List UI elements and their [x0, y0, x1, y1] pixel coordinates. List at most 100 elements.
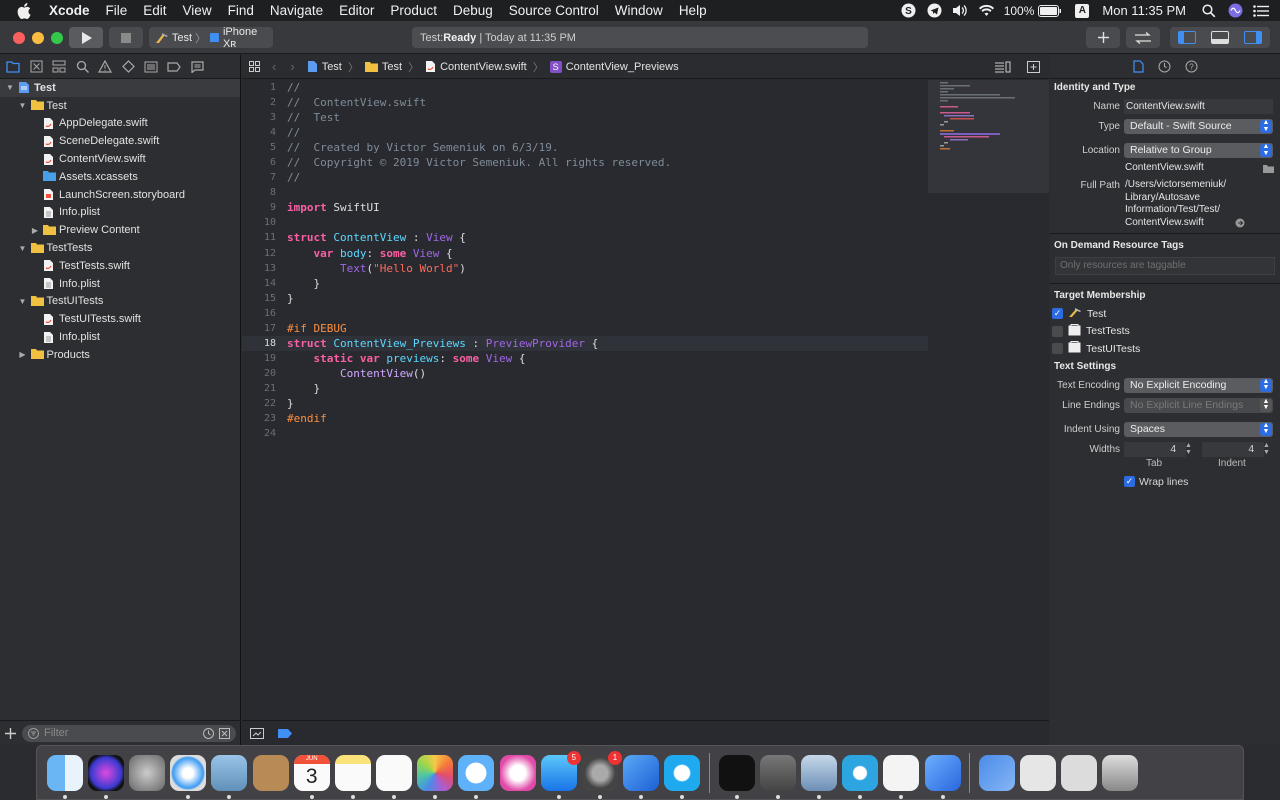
- activity-monitor-icon[interactable]: [718, 754, 755, 799]
- menu-view[interactable]: View: [183, 3, 212, 18]
- debug-area-toggle-icon[interactable]: [1210, 31, 1229, 44]
- line-endings-popup[interactable]: No Explicit Line Endings ▲ ▼: [1124, 397, 1273, 413]
- tab-width-field[interactable]: 4: [1124, 441, 1186, 457]
- wifi-icon[interactable]: [978, 3, 996, 18]
- find-navigator-icon[interactable]: [75, 60, 89, 74]
- disclosure-closed-icon[interactable]: ▶: [19, 350, 27, 359]
- stop-button[interactable]: [109, 27, 143, 48]
- editor-options-icon[interactable]: [994, 61, 1011, 76]
- source-control-navigator-icon[interactable]: [29, 60, 43, 74]
- add-editor-icon[interactable]: [1027, 61, 1040, 76]
- related-items-icon[interactable]: [249, 61, 260, 72]
- file-tree-row[interactable]: Info.plist: [0, 328, 240, 346]
- debug-navigator-icon[interactable]: [144, 60, 158, 74]
- file-tree-row[interactable]: TestTests.swift: [0, 257, 240, 275]
- library-button[interactable]: [1086, 27, 1120, 48]
- textedit-icon[interactable]: [883, 754, 920, 799]
- notes-icon[interactable]: [334, 754, 371, 799]
- preview-icon[interactable]: [211, 754, 248, 799]
- siri-icon[interactable]: [1226, 3, 1244, 18]
- file-tree-row[interactable]: ▼ TestUITests: [0, 293, 240, 311]
- battery-icon[interactable]: [1038, 3, 1062, 18]
- inspector-toggle-icon[interactable]: [1244, 31, 1263, 44]
- breadcrumb-group[interactable]: Test: [364, 61, 402, 73]
- telegram-status-icon[interactable]: [926, 3, 944, 18]
- trash-icon[interactable]: [1102, 754, 1139, 791]
- quick-help-icon[interactable]: ?: [1185, 60, 1198, 73]
- project-navigator-icon[interactable]: [6, 60, 20, 74]
- disclosure-open-icon[interactable]: ▼: [19, 101, 27, 110]
- disclosure-closed-icon[interactable]: ▶: [31, 226, 39, 235]
- debug-area-icon[interactable]: [250, 727, 264, 739]
- checkbox-unchecked-icon[interactable]: [1052, 325, 1063, 337]
- filter-input[interactable]: Filter: [22, 724, 236, 742]
- menu-edit[interactable]: Edit: [143, 3, 166, 18]
- menu-source-control[interactable]: Source Control: [509, 3, 599, 18]
- desktop-folder-icon[interactable]: [1061, 754, 1098, 791]
- file-tree-row[interactable]: TestUITests.swift: [0, 310, 240, 328]
- menu-product[interactable]: Product: [390, 3, 437, 18]
- contacts-icon[interactable]: [252, 754, 289, 791]
- file-inspector-icon[interactable]: [1132, 60, 1144, 73]
- add-file-icon[interactable]: [5, 727, 16, 739]
- target-row[interactable]: TestUITests: [1050, 340, 1280, 358]
- history-inspector-icon[interactable]: [1158, 60, 1171, 73]
- report-navigator-icon[interactable]: [190, 60, 204, 74]
- launchpad-icon[interactable]: [128, 754, 165, 791]
- breakpoints-toggle-icon[interactable]: [278, 728, 292, 738]
- scheme-selector[interactable]: Test 〉 iPhone Xʀ: [149, 26, 273, 50]
- xcode-beta-icon[interactable]: [924, 754, 961, 799]
- file-tree-row[interactable]: ▶ Products: [0, 346, 240, 364]
- menu-navigate[interactable]: Navigate: [270, 3, 323, 18]
- system-preferences-icon[interactable]: 1: [582, 750, 623, 799]
- menu-debug[interactable]: Debug: [453, 3, 493, 18]
- issue-navigator-icon[interactable]: [98, 60, 112, 74]
- documents-folder-icon[interactable]: [1019, 754, 1056, 791]
- xcode-icon[interactable]: [623, 754, 660, 799]
- downloads-folder-icon[interactable]: [978, 754, 1015, 791]
- file-tree-row[interactable]: Info.plist: [0, 275, 240, 293]
- reminders-icon[interactable]: [376, 754, 413, 799]
- user-menu-icon[interactable]: A: [1075, 3, 1090, 18]
- skype-icon[interactable]: [664, 754, 701, 799]
- calendar-icon[interactable]: JUN 3: [293, 754, 330, 799]
- file-tree-row[interactable]: ▼ TestTests: [0, 239, 240, 257]
- choose-folder-icon[interactable]: [1263, 164, 1274, 173]
- code-area[interactable]: 1 // 2 // ContentView.swift 3 // Test 4 // 5 // C…: [242, 80, 928, 720]
- apple-menu-icon[interactable]: [17, 2, 31, 19]
- test-navigator-icon[interactable]: [121, 60, 135, 74]
- file-tree-row[interactable]: ▼ Test: [0, 97, 240, 115]
- back-arrow-icon[interactable]: ‹: [272, 59, 276, 74]
- target-row[interactable]: ✓ Test: [1050, 305, 1280, 323]
- file-tree-row[interactable]: LaunchScreen.storyboard: [0, 186, 240, 204]
- file-tree-row[interactable]: SceneDelegate.swift: [0, 132, 240, 150]
- menu-help[interactable]: Help: [679, 3, 707, 18]
- menu-file[interactable]: File: [106, 3, 128, 18]
- run-button[interactable]: [69, 27, 103, 48]
- checkbox-unchecked-icon[interactable]: [1052, 343, 1063, 355]
- keychain-access-icon[interactable]: [759, 754, 796, 799]
- menu-window[interactable]: Window: [615, 3, 663, 18]
- itunes-icon[interactable]: [499, 754, 536, 791]
- wrap-lines-checkbox[interactable]: ✓ Wrap lines: [1124, 476, 1188, 488]
- code-review-button[interactable]: [1126, 27, 1160, 48]
- disclosure-open-icon[interactable]: ▼: [19, 244, 27, 253]
- tab-width-stepper[interactable]: ▲ ▼: [1185, 442, 1192, 456]
- recent-files-icon[interactable]: [203, 727, 214, 739]
- notification-center-icon[interactable]: [1252, 3, 1270, 18]
- image-capture-icon[interactable]: [800, 754, 837, 799]
- minimap[interactable]: [928, 80, 1049, 193]
- navigator-toggle-icon[interactable]: [1177, 31, 1196, 44]
- type-popup[interactable]: Default - Swift Source ▲ ▼: [1124, 119, 1273, 134]
- indent-width-field[interactable]: 4: [1202, 441, 1264, 457]
- telegram-icon[interactable]: [842, 754, 879, 799]
- siri-icon[interactable]: [87, 754, 124, 799]
- volume-icon[interactable]: [952, 3, 970, 18]
- reveal-in-finder-icon[interactable]: [1235, 218, 1245, 228]
- odr-tags-field[interactable]: Only resources are taggable: [1055, 257, 1275, 275]
- file-tree-row[interactable]: Info.plist: [0, 204, 240, 222]
- file-tree-row[interactable]: ContentView.swift: [0, 150, 240, 168]
- skype-status-icon[interactable]: S: [900, 3, 918, 18]
- file-tree-row[interactable]: ▶ Preview Content: [0, 221, 240, 239]
- finder-icon[interactable]: [46, 754, 83, 799]
